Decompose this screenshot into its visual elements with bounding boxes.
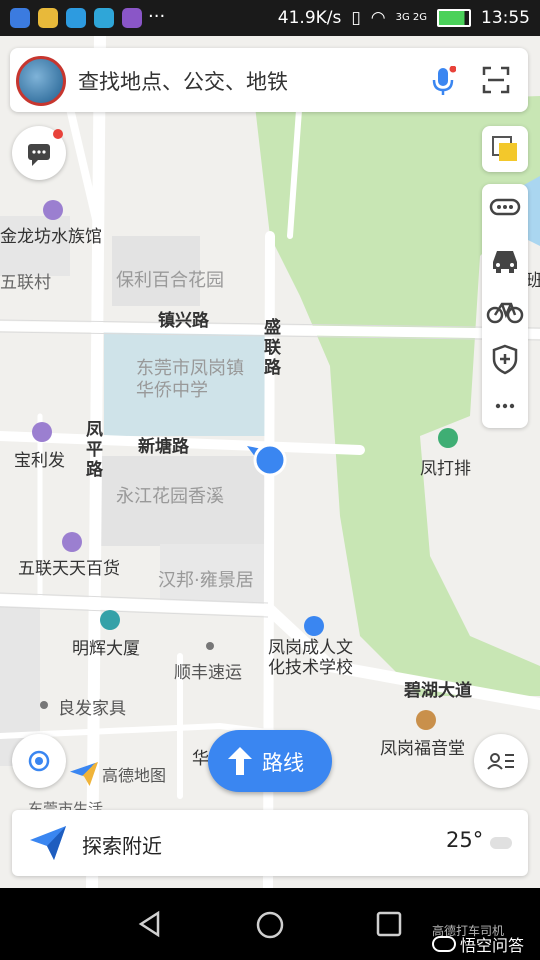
traffic-button[interactable]: [482, 184, 528, 232]
map-label[interactable]: 永江花园香溪: [116, 482, 224, 508]
layers-icon: [492, 136, 517, 161]
map-label[interactable]: 五联天天百货: [18, 554, 120, 579]
road-label: 新塘路: [138, 437, 189, 457]
gaode-logo: 高德地图: [70, 762, 166, 786]
scan-icon[interactable]: [482, 66, 510, 94]
more-notifications-icon: ···: [148, 6, 166, 27]
map-label[interactable]: 凤岗福音堂: [380, 734, 465, 759]
map-label[interactable]: 汉邦·雍景居: [158, 566, 254, 592]
more-icon: [495, 403, 515, 409]
poi-dot-icon: [206, 642, 214, 650]
route-button[interactable]: 路线: [208, 730, 332, 792]
status-bar: ··· 41.9K/s ▯ ◠ 3G 2G 13:55: [0, 0, 540, 36]
taxi-button[interactable]: [482, 236, 528, 284]
safety-button[interactable]: [482, 336, 528, 382]
app-notification-icon: [10, 8, 30, 28]
battery-icon: [437, 9, 471, 27]
map-label: 班: [526, 271, 540, 291]
gaode-logo-text: 高德地图: [102, 766, 167, 785]
road-label: 碧湖大道: [404, 681, 472, 701]
layers-button[interactable]: [482, 126, 528, 172]
shopping-cart-icon: [62, 532, 82, 552]
map-label[interactable]: 五联村: [0, 268, 51, 293]
list-icon: [487, 753, 514, 770]
more-tools-button[interactable]: [482, 384, 528, 428]
map-label[interactable]: 凤岗成人文化技术学校: [268, 638, 364, 678]
avatar[interactable]: [16, 56, 66, 106]
vibrate-icon: ▯: [351, 8, 361, 28]
school-icon: [304, 616, 324, 636]
traffic-icon: [489, 198, 521, 216]
gaode-logo-icon: [70, 762, 98, 786]
app-notification-icon: [38, 8, 58, 28]
shop-icon: [43, 200, 63, 220]
road-label: 凤平路: [86, 420, 103, 480]
signal-icon: 3G 2G: [395, 12, 427, 23]
gallery-notification-icon: [122, 8, 142, 28]
route-label: 路线: [262, 751, 304, 775]
favorites-list-button[interactable]: [474, 734, 528, 788]
watermark: 悟空问答: [432, 932, 524, 956]
explore-icon: [30, 826, 66, 860]
map-label[interactable]: 保利百合花园: [116, 266, 224, 292]
road-label: 镇兴路: [158, 311, 209, 331]
wifi-icon: ◠: [370, 8, 386, 28]
cloud-icon: [490, 837, 512, 849]
map-label[interactable]: 金龙坊水族馆: [0, 222, 102, 247]
poi-dot-icon: [40, 701, 48, 709]
shield-icon: [492, 344, 518, 375]
network-speed: 41.9K/s: [277, 8, 342, 28]
taxi-icon: [493, 251, 517, 273]
locate-icon: [28, 750, 50, 772]
notification-icons: [10, 8, 142, 28]
locate-button[interactable]: [12, 734, 66, 788]
search-bar[interactable]: 查找地点、公交、地铁: [10, 48, 528, 112]
current-location-dot: [253, 443, 287, 477]
map-label[interactable]: 明辉大厦: [72, 634, 140, 659]
bicycle-icon: [486, 302, 524, 324]
map-label[interactable]: 良发家具: [58, 694, 126, 719]
clock: 13:55: [481, 8, 530, 28]
side-toolbar: [482, 184, 528, 428]
chat-icon: [28, 129, 63, 166]
map-label[interactable]: 东莞市凤岗镇华侨中学: [136, 358, 246, 402]
map-label[interactable]: 凤打排: [420, 454, 471, 479]
home-icon[interactable]: [255, 910, 285, 940]
microphone-icon[interactable]: [430, 66, 456, 96]
explore-nearby-card[interactable]: 探索附近 25°: [12, 810, 528, 876]
recent-apps-icon[interactable]: [375, 910, 403, 938]
message-notification-icon: [66, 8, 86, 28]
wukong-logo-icon: [432, 936, 456, 952]
back-icon[interactable]: [136, 910, 164, 938]
road-label: 盛联路: [264, 318, 281, 378]
explore-label: 探索附近: [82, 834, 162, 858]
temperature: 25°: [446, 828, 484, 852]
shopping-cart-icon: [32, 422, 52, 442]
map-label: 华: [192, 749, 209, 769]
map-label[interactable]: 顺丰速运: [174, 658, 242, 683]
chat-notification-icon: [94, 8, 114, 28]
park-icon: [438, 428, 458, 448]
messages-button[interactable]: [12, 126, 66, 180]
watermark-text: 悟空问答: [460, 936, 525, 955]
system-navigation-bar: 高德打车司机 悟空问答: [0, 888, 540, 960]
church-icon: [416, 710, 436, 730]
map-label[interactable]: 宝利发: [14, 446, 65, 471]
building-icon: [100, 610, 120, 630]
search-input[interactable]: 查找地点、公交、地铁: [78, 66, 288, 96]
bike-button[interactable]: [482, 286, 528, 334]
route-arrow-icon: [228, 747, 252, 775]
